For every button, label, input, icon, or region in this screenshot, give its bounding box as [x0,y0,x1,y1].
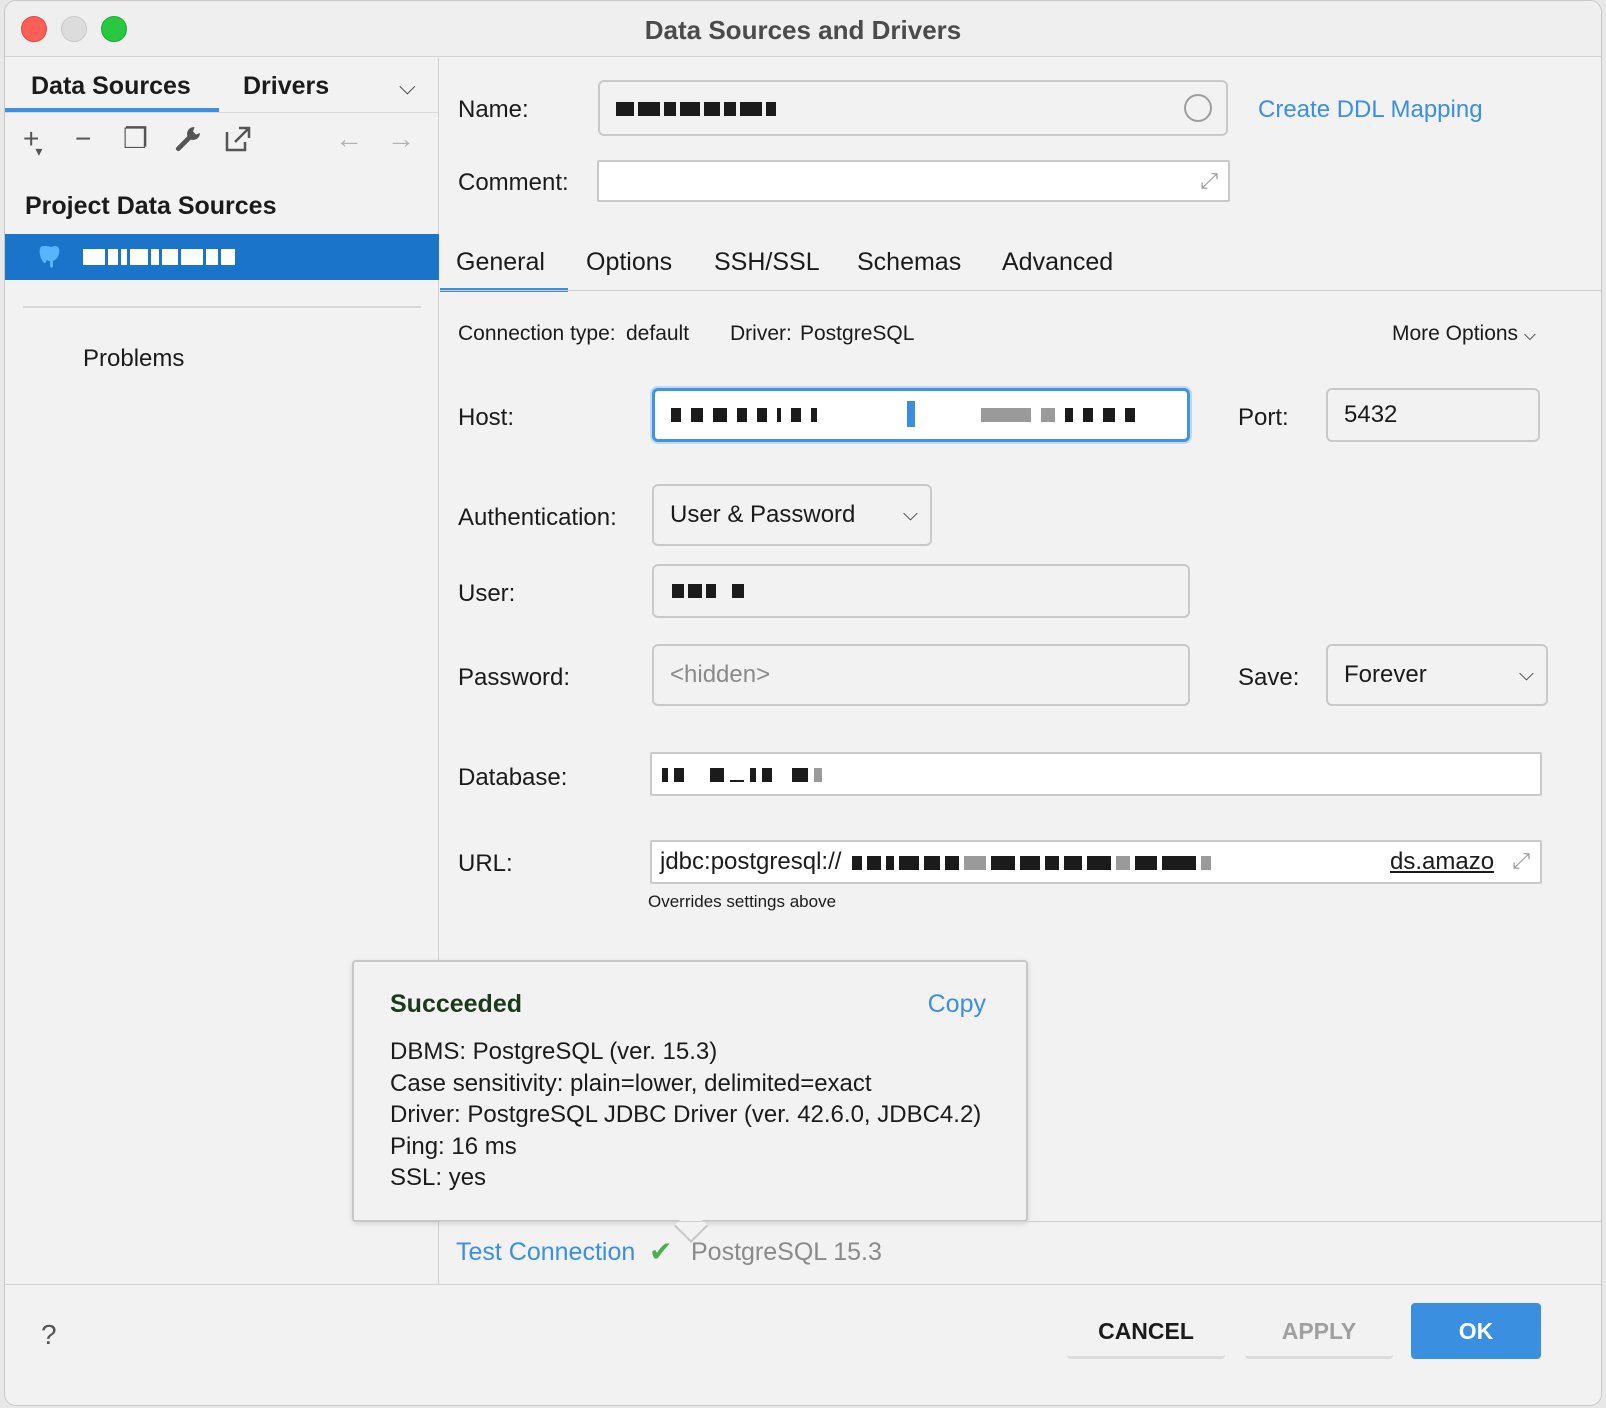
comment-field[interactable]: ⤢ [597,160,1230,202]
tab-divider [5,112,439,113]
add-icon[interactable]: +▾ [23,124,46,160]
connection-type-link[interactable]: default [626,322,689,346]
password-field[interactable]: <hidden> [652,644,1190,706]
host-field[interactable] [652,388,1190,442]
tab-ssh-ssl[interactable]: SSH/SSL [714,248,820,277]
authentication-select[interactable]: User & Password ⌵ [652,484,932,546]
color-picker-icon[interactable] [1184,94,1212,122]
wrench-icon[interactable] [173,124,203,160]
url-label: URL: [458,850,513,877]
database-field[interactable] [650,752,1542,796]
port-label: Port: [1238,404,1289,431]
user-value-redacted [672,584,744,598]
test-result-text: PostgreSQL 15.3 [691,1238,882,1266]
host-value-redacted [671,408,817,422]
url-field[interactable]: jdbc:postgresql:// ds.amazo ⤢ [650,840,1542,884]
port-value: 5432 [1344,401,1398,428]
popup-title: Succeeded [390,990,523,1018]
tab-general[interactable]: General [456,248,545,277]
popup-details: DBMS: PostgreSQL (ver. 15.3) Case sensit… [390,1036,981,1194]
url-host-redacted [852,856,1211,870]
popup-line-driver: Driver: PostgreSQL JDBC Driver (ver. 42.… [390,1101,982,1128]
forward-arrow-icon[interactable]: → [387,124,415,154]
popup-line-case: Case sensitivity: plain=lower, delimited… [390,1069,872,1097]
expand-icon[interactable]: ⤢ [1512,848,1530,874]
popup-line-dbms: DBMS: PostgreSQL (ver. 15.3) [390,1038,718,1065]
port-field[interactable]: 5432 [1326,388,1540,442]
more-options-label: More Options [1392,322,1519,345]
more-options-link[interactable]: More Options ⌵ [1392,322,1536,346]
popup-line-ssl: SSL: yes [390,1164,487,1191]
comment-label: Comment: [458,169,569,196]
tab-options[interactable]: Options [586,248,672,277]
authentication-value: User & Password [670,501,856,528]
password-placeholder: <hidden> [670,661,771,688]
test-connection-popup: Succeeded Copy DBMS: PostgreSQL (ver. 15… [352,960,1028,1243]
save-select[interactable]: Forever ⌵ [1326,644,1548,706]
connection-type-label: Connection type: [458,322,616,345]
tab-schemas[interactable]: Schemas [857,248,961,277]
ok-button[interactable]: OK [1411,1303,1541,1359]
host-label: Host: [458,404,515,431]
title-bar: Data Sources and Drivers [5,1,1601,57]
database-value-redacted [662,768,822,782]
tab-drivers[interactable]: Drivers [243,72,329,101]
problems-item[interactable]: Problems [83,345,184,373]
jump-to-source-icon[interactable] [223,124,253,160]
create-ddl-mapping-link[interactable]: Create DDL Mapping [1258,96,1483,124]
sidebar-divider [23,306,421,308]
chevron-down-icon[interactable]: ⌵ [399,74,416,100]
url-prefix: jdbc:postgresql:// [660,848,842,875]
copy-link[interactable]: Copy [928,990,986,1019]
chevron-down-icon: ⌵ [1523,327,1537,344]
back-arrow-icon[interactable]: ← [335,124,363,154]
chevron-down-icon: ⌵ [1518,663,1534,686]
dialog-window: Data Sources and Drivers Data Sources Dr… [4,0,1602,1406]
database-label: Database: [458,764,568,791]
name-field[interactable] [598,80,1228,136]
text-caret [907,401,915,427]
tab-advanced[interactable]: Advanced [1002,248,1113,277]
user-field[interactable] [652,564,1190,618]
save-label: Save: [1238,664,1300,691]
cancel-button[interactable]: CANCEL [1067,1303,1225,1359]
authentication-label: Authentication: [458,504,617,531]
url-hint: Overrides settings above [648,892,837,911]
user-label: User: [458,580,516,607]
save-value: Forever [1344,661,1427,688]
data-source-item[interactable] [5,234,439,280]
project-data-sources-header: Project Data Sources [25,192,277,220]
driver-label: Driver: [730,322,792,345]
window-title: Data Sources and Drivers [644,15,962,45]
test-connection-link[interactable]: Test Connection [456,1238,635,1267]
popup-line-ping: Ping: 16 ms [390,1132,517,1160]
host-value-redacted-2 [981,408,1135,422]
name-label: Name: [458,96,529,123]
chevron-down-icon: ⌵ [902,503,918,526]
name-value-redacted [616,102,776,116]
dialog-footer: ? CANCEL APPLY OK [5,1284,1601,1405]
driver-link[interactable]: PostgreSQL [800,322,914,346]
test-row-divider [440,1221,1601,1222]
password-label: Password: [458,664,571,691]
tabs-divider [440,290,1601,291]
data-source-name-redacted [83,246,263,268]
checkmark-icon: ✔ [649,1236,673,1267]
apply-button[interactable]: APPLY [1245,1303,1393,1359]
remove-icon[interactable]: − [75,124,91,154]
duplicate-icon[interactable]: ❐ [123,124,148,154]
expand-icon[interactable]: ⤢ [1200,168,1218,194]
tab-data-sources[interactable]: Data Sources [31,72,191,101]
postgresql-elephant-icon [37,242,65,277]
url-suffix: ds.amazo [1390,848,1495,875]
help-icon[interactable]: ? [41,1319,57,1351]
